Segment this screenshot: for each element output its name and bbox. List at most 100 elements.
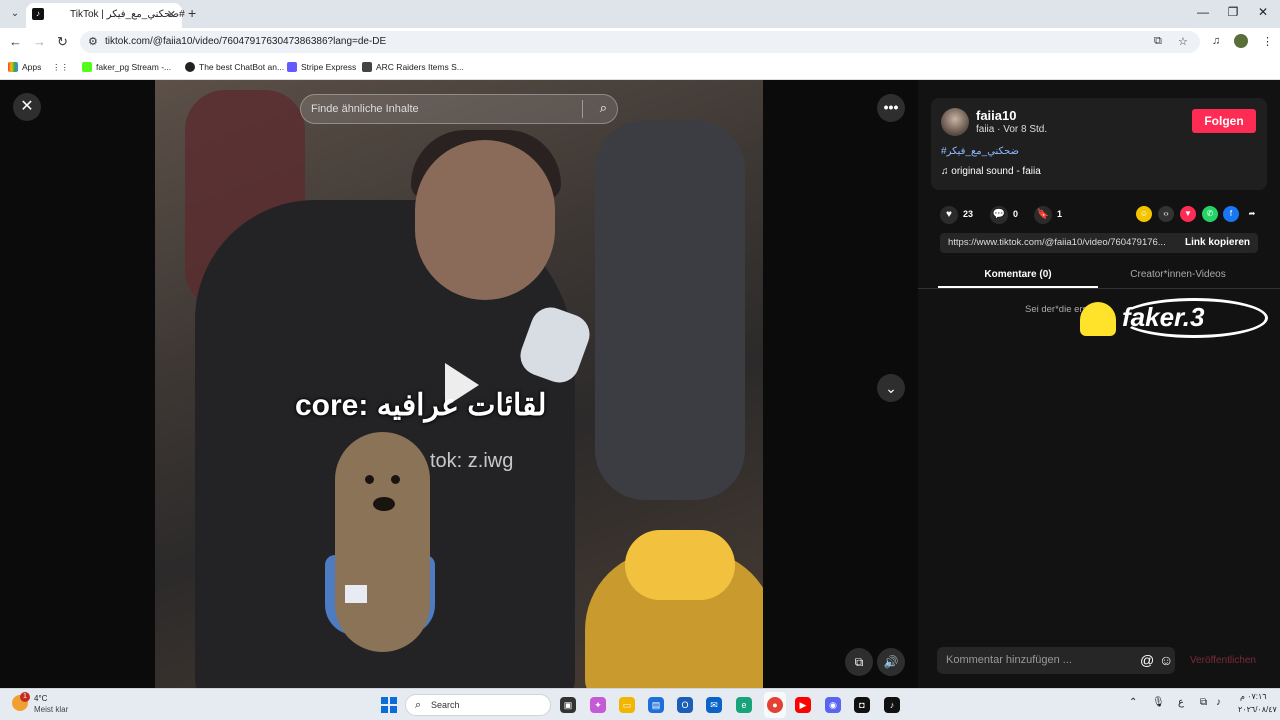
clock-date[interactable]: ٢٠٢٦/٠٨/٤٧	[1238, 705, 1277, 714]
new-tab-icon[interactable]: +	[188, 5, 196, 21]
tab-creator-videos[interactable]: Creator*innen-Videos	[1098, 269, 1258, 280]
edge-icon[interactable]: e	[736, 697, 752, 713]
video-player[interactable]: Finde ähnliche Inhalte ⌕ core: لقائات عر…	[155, 80, 763, 688]
share-link[interactable]: https://www.tiktok.com/@faiia10/video/76…	[948, 237, 1174, 248]
bookmarks-bar: Apps ⋮⋮ faker_pg Stream -... The best Ch…	[0, 56, 1280, 80]
reload-icon[interactable]: ↻	[57, 34, 68, 50]
search-icon[interactable]: ⌕	[600, 100, 607, 116]
search-icon: ⌕	[415, 699, 422, 711]
apps-grid-icon	[8, 62, 18, 72]
url-text[interactable]: tiktok.com/@faiia10/video/76047917630473…	[105, 36, 386, 47]
url-field[interactable]: ⚙ tiktok.com/@faiia10/video/760479176304…	[80, 31, 1200, 53]
close-video-button[interactable]: ✕	[13, 93, 41, 121]
more-options-button[interactable]: •••	[877, 94, 905, 122]
browser-tab[interactable]: ♪ TikTok | ضحكني_مع_فيكر# ✕	[26, 3, 185, 28]
tab-underline	[938, 286, 1098, 288]
share-link-box[interactable]: https://www.tiktok.com/@faiia10/video/76…	[940, 233, 1258, 253]
author-meta: faiia · Vor 8 Std.	[976, 124, 1048, 135]
chevron-up-icon[interactable]: ⌃	[1129, 697, 1137, 708]
volume-icon[interactable]: ♪	[1216, 697, 1221, 708]
heart-icon: ♥	[940, 205, 958, 224]
kick-icon	[82, 62, 92, 72]
store-icon[interactable]: ▤	[648, 697, 664, 713]
author-card: faiia10 faiia · Vor 8 Std. Folgen #ضحكني…	[931, 98, 1267, 190]
minimize-icon[interactable]: —	[1188, 5, 1218, 19]
file-explorer-icon[interactable]: ▭	[619, 697, 635, 713]
discord-icon[interactable]: ◉	[825, 697, 841, 713]
mention-icon[interactable]: @	[1140, 652, 1154, 668]
bookmark-arc-raiders[interactable]: ARC Raiders Items S...	[362, 62, 464, 72]
comment-placeholder[interactable]: Kommentar hinzufügen ...	[946, 654, 1072, 666]
potato-badge	[345, 585, 367, 603]
window-close-icon[interactable]: ✕	[1248, 5, 1278, 19]
bookmark-stripe[interactable]: Stripe Express	[287, 62, 356, 72]
publish-button[interactable]: Veröffentlichen	[1190, 655, 1256, 666]
browser-menu-icon[interactable]: ⋮	[1262, 35, 1273, 48]
taskbar-search-label: Search	[431, 700, 460, 710]
like-button[interactable]: ♥ 23	[940, 204, 973, 224]
network-icon[interactable]: ⧉	[1200, 697, 1207, 708]
comment-button[interactable]: 💬 0	[990, 204, 1018, 224]
panel-tabs: Komentare (0) Creator*innen-Videos	[918, 263, 1280, 289]
bookmark-chatbot[interactable]: The best ChatBot an...	[185, 62, 284, 72]
friends-share-icon[interactable]: ☺	[1136, 206, 1152, 222]
tiktok-icon[interactable]: ♪	[884, 697, 900, 713]
weather-desc[interactable]: Meist klar	[34, 705, 68, 714]
input-language[interactable]: ع	[1178, 697, 1184, 708]
send-icon[interactable]: ▼	[1180, 206, 1196, 222]
bookmark-apps[interactable]: Apps	[8, 62, 41, 72]
comment-field[interactable]: Kommentar hinzufügen ... @ ☺	[937, 647, 1175, 674]
google-apps-icon[interactable]: ⋮⋮	[52, 62, 69, 73]
avatar[interactable]	[941, 108, 969, 136]
microphone-icon[interactable]: 🎙	[1152, 697, 1165, 708]
next-video-button[interactable]: ⌄	[877, 374, 905, 402]
play-icon[interactable]	[445, 363, 479, 407]
author-username[interactable]: faiia10	[976, 108, 1016, 123]
bookmark-kick[interactable]: faker_pg Stream -...	[82, 62, 171, 72]
potato-eye	[391, 475, 400, 484]
chrome-icon[interactable]: ●	[767, 697, 783, 713]
facebook-icon[interactable]: f	[1223, 206, 1239, 222]
volume-button[interactable]: 🔊	[877, 648, 905, 676]
potato-sticker	[335, 432, 430, 652]
copilot-icon[interactable]: ✦	[590, 697, 606, 713]
forward-icon[interactable]: →	[33, 34, 46, 49]
similar-content-search[interactable]: Finde ähnliche Inhalte ⌕	[300, 94, 618, 124]
follow-button[interactable]: Folgen	[1192, 109, 1256, 133]
clock-time[interactable]: ٠٧:١٦ م	[1240, 692, 1267, 701]
bookmark-star-icon[interactable]: ☆	[1178, 35, 1188, 48]
share-arrow-icon[interactable]: ➦	[1244, 206, 1260, 222]
restore-icon[interactable]: ❐	[1218, 5, 1248, 19]
sound-link[interactable]: ♫ original sound - faiia	[941, 166, 1041, 177]
weather-temp[interactable]: 4°C	[34, 694, 47, 703]
hashtag-link[interactable]: #ضحكني_مع_فيكر	[941, 146, 1019, 157]
windows-start-icon[interactable]	[381, 697, 397, 713]
copy-link-button[interactable]: Link kopieren	[1185, 237, 1250, 248]
profile-avatar[interactable]	[1234, 34, 1248, 48]
potato-mouth	[373, 497, 395, 511]
address-bar-row: ← → ↻ ⚙ tiktok.com/@faiia10/video/760479…	[0, 28, 1280, 56]
bookmark-icon: 🔖	[1034, 205, 1052, 224]
tab-strip: ⌄ ♪ TikTok | ضحكني_مع_فيكر# ✕ + — ❐ ✕	[0, 0, 1280, 28]
picture-in-picture-button[interactable]: ⧉	[845, 648, 873, 676]
site-info-icon[interactable]: ⚙	[88, 35, 98, 48]
media-controls-icon[interactable]: ♫	[1212, 35, 1220, 47]
tab-search-icon[interactable]: ⌄	[6, 5, 24, 23]
close-icon[interactable]: ✕	[167, 8, 176, 21]
back-icon[interactable]: ←	[9, 34, 22, 49]
install-app-icon[interactable]: ⧉	[1154, 35, 1162, 48]
taskbar-search[interactable]: ⌕ Search	[405, 694, 551, 716]
search-placeholder[interactable]: Finde ähnliche Inhalte	[311, 103, 419, 115]
task-view-icon[interactable]: ▣	[560, 697, 576, 713]
tab-comments[interactable]: Komentare (0)	[938, 269, 1098, 280]
youtube-icon[interactable]: ▶	[795, 697, 811, 713]
whatsapp-icon[interactable]: ✆	[1202, 206, 1218, 222]
bookmark-label: ARC Raiders Items S...	[376, 62, 464, 72]
save-button[interactable]: 🔖 1	[1034, 204, 1062, 224]
embed-icon[interactable]: ‹›	[1158, 206, 1174, 222]
video-man-head	[415, 140, 555, 300]
mail-icon[interactable]: ✉	[706, 697, 722, 713]
game-app-icon[interactable]: ◘	[854, 697, 870, 713]
outlook-icon[interactable]: O	[677, 697, 693, 713]
emoji-icon[interactable]: ☺	[1159, 652, 1173, 668]
